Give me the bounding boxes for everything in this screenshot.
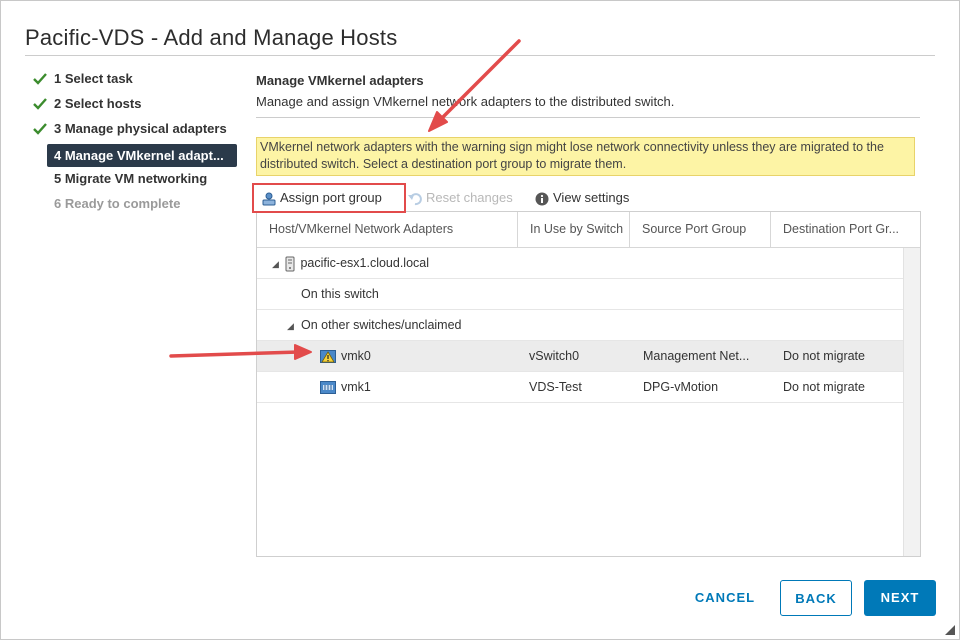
step-manage-vmkernel-adapters[interactable]: 4 Manage VMkernel adapt... (47, 144, 237, 167)
check-icon (33, 123, 47, 135)
adapter-name: vmk0 (341, 349, 371, 363)
main-content: Manage VMkernel adapters Manage and assi… (256, 73, 921, 557)
in-use-by-switch: VDS-Test (529, 380, 582, 394)
step-ready-to-complete: 6 Ready to complete (33, 194, 243, 219)
annotation-highlight-box (252, 183, 406, 213)
reset-changes-label: Reset changes (426, 190, 513, 205)
back-button[interactable]: BACK (780, 580, 852, 616)
grid-body: ◢ pacific-esx1.cloud.local On this switc… (257, 248, 904, 403)
source-port-group: Management Net... (643, 349, 750, 363)
step-migrate-vm-networking[interactable]: 5 Migrate VM networking (33, 169, 243, 194)
vmkernel-adapter-icon (320, 381, 336, 395)
group-label-this-switch: On this switch (301, 287, 379, 301)
view-settings-button[interactable]: View settings (535, 189, 629, 207)
step-label: 6 Ready to complete (54, 196, 181, 211)
grid-scrollbar[interactable] (903, 248, 920, 556)
section-divider (256, 117, 920, 118)
column-header-destination-port-group[interactable]: Destination Port Gr... (771, 212, 918, 247)
title-divider (25, 55, 935, 56)
wizard-dialog: Pacific-VDS - Add and Manage Hosts 1 Sel… (0, 0, 960, 640)
tree-row-other-switches[interactable]: ◢ On other switches/unclaimed (257, 310, 904, 341)
tree-row-on-this-switch[interactable]: On this switch (257, 279, 904, 310)
cancel-button[interactable]: CANCEL (681, 580, 769, 616)
undo-icon (408, 192, 422, 205)
step-label: 2 Select hosts (54, 96, 142, 111)
vmkernel-adapters-grid: Host/VMkernel Network Adapters In Use by… (256, 211, 921, 557)
step-select-hosts[interactable]: 2 Select hosts (33, 94, 243, 119)
collapse-triangle-icon[interactable]: ◢ (287, 311, 301, 340)
column-header-adapters[interactable]: Host/VMkernel Network Adapters (257, 212, 518, 247)
table-row[interactable]: vmk1 VDS-Test DPG-vMotion Do not migrate (257, 372, 904, 403)
group-label-other-switches: On other switches/unclaimed (301, 318, 462, 332)
step-label: 5 Migrate VM networking (54, 171, 208, 186)
section-title: Manage VMkernel adapters (256, 73, 424, 88)
wizard-steps: 1 Select task 2 Select hosts 3 Manage ph… (33, 69, 243, 219)
view-settings-label: View settings (553, 190, 630, 205)
dialog-title: Pacific-VDS - Add and Manage Hosts (25, 25, 398, 50)
tree-row-host[interactable]: ◢ pacific-esx1.cloud.local (257, 248, 904, 279)
step-label: 3 Manage physical adapters (54, 121, 227, 136)
source-port-group: DPG-vMotion (643, 380, 719, 394)
check-icon (33, 98, 47, 110)
section-description: Manage and assign VMkernel network adapt… (256, 94, 675, 109)
step-manage-physical-adapters[interactable]: 3 Manage physical adapters (33, 119, 243, 144)
step-label: 1 Select task (54, 71, 133, 86)
resize-grip-icon[interactable] (945, 625, 955, 635)
column-header-source-port-group[interactable]: Source Port Group (630, 212, 771, 247)
collapse-triangle-icon[interactable]: ◢ (272, 249, 282, 278)
step-select-task[interactable]: 1 Select task (33, 69, 243, 94)
warning-icon (320, 350, 336, 364)
warning-banner: VMkernel network adapters with the warni… (256, 137, 915, 176)
in-use-by-switch: vSwitch0 (529, 349, 580, 363)
host-name: pacific-esx1.cloud.local (300, 256, 430, 270)
reset-changes-button: Reset changes (408, 189, 513, 207)
next-button[interactable]: NEXT (864, 580, 936, 616)
destination-port-group: Do not migrate (783, 380, 865, 394)
adapter-name: vmk1 (341, 380, 371, 394)
grid-header: Host/VMkernel Network Adapters In Use by… (257, 212, 920, 248)
host-icon (285, 256, 295, 272)
destination-port-group: Do not migrate (783, 349, 865, 363)
table-row[interactable]: vmk0 vSwitch0 Management Net... Do not m… (257, 341, 904, 372)
column-header-in-use-by-switch[interactable]: In Use by Switch (518, 212, 630, 247)
info-icon (535, 192, 549, 206)
check-icon (33, 73, 47, 85)
